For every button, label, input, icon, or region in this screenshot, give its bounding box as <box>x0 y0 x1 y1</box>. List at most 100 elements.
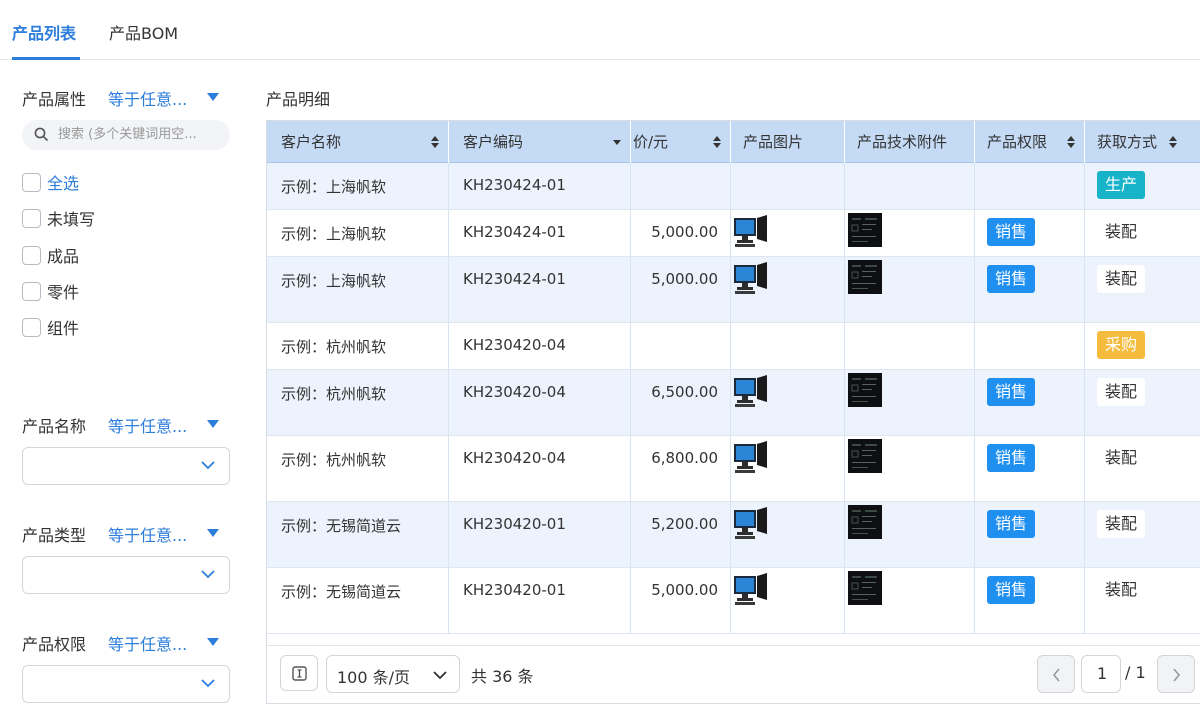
option-select-all[interactable]: 全选 <box>22 171 79 193</box>
computer-icon[interactable] <box>733 261 769 295</box>
customer-name: 示例：杭州帆软 <box>281 451 387 469</box>
filter-type-select[interactable] <box>22 556 230 594</box>
attachment-thumbnail-icon[interactable] <box>848 373 882 407</box>
caret-down-icon[interactable] <box>207 93 219 101</box>
caret-down-icon[interactable] <box>207 420 219 428</box>
caret-down-icon[interactable] <box>207 529 219 537</box>
col-header-image: 产品图片 <box>731 121 845 163</box>
customer-name: 示例：上海帆软 <box>281 225 387 243</box>
cell-price: 5,000.00 <box>631 257 731 322</box>
table-row[interactable]: 示例：杭州帆软 KH230420-04 6,800.00 销售 装配 <box>267 436 1200 502</box>
page-number-input[interactable]: 1 <box>1081 655 1121 693</box>
cell-attachment <box>845 323 975 369</box>
permission-badge: 销售 <box>987 378 1036 406</box>
cell-attachment <box>845 568 975 633</box>
table-row[interactable]: 示例：无锡简道云 KH230420-01 5,200.00 销售 装配 <box>267 502 1200 568</box>
checkbox[interactable] <box>22 281 41 301</box>
attachment-thumbnail-icon[interactable] <box>848 439 882 473</box>
customer-name: 示例：杭州帆软 <box>281 338 387 356</box>
customer-code: KH230420-01 <box>463 515 566 533</box>
checkbox[interactable] <box>22 317 41 337</box>
filter-name-select[interactable] <box>22 447 230 485</box>
customer-code: KH230420-04 <box>463 449 566 467</box>
filter-permission-label: 产品权限 <box>22 635 87 654</box>
filter-type-operator[interactable]: 等于任意... <box>108 522 187 546</box>
option-part[interactable]: 零件 <box>22 280 79 302</box>
sort-icon[interactable] <box>712 135 722 149</box>
filter-type-label: 产品类型 <box>22 526 87 545</box>
cell-acquire: 装配 <box>1085 568 1200 633</box>
col-header-price[interactable]: 价/元 <box>631 121 731 163</box>
table-row[interactable]: 示例：无锡简道云 KH230420-01 5,000.00 销售 装配 <box>267 568 1200 634</box>
tab-product-list[interactable]: 产品列表 <box>12 20 76 44</box>
option-assembly[interactable]: 组件 <box>22 316 79 338</box>
option-unfilled[interactable]: 未填写 <box>22 207 95 229</box>
cell-price: 5,200.00 <box>631 502 731 567</box>
checkbox[interactable] <box>22 208 41 228</box>
price-value: 6,500.00 <box>651 383 718 401</box>
checkbox[interactable] <box>22 172 41 192</box>
pagination-bar: 100 条/页 共 36 条 1 / 1 <box>267 645 1200 703</box>
cell-attachment <box>845 163 975 209</box>
sort-desc-icon[interactable] <box>612 135 622 149</box>
attachment-thumbnail-icon[interactable] <box>848 213 882 247</box>
filter-search-input[interactable]: 搜索 (多个关键词用空... <box>22 120 230 150</box>
cell-code: KH230420-01 <box>449 568 631 633</box>
cell-image <box>731 502 845 567</box>
filter-permission-select[interactable] <box>22 665 230 703</box>
chevron-down-icon <box>201 679 215 688</box>
filter-attribute-operator[interactable]: 等于任意... <box>108 86 187 110</box>
next-page-button[interactable] <box>1157 655 1195 693</box>
cell-permission: 销售 <box>975 257 1085 322</box>
active-tab-indicator <box>12 57 80 60</box>
col-header-acquire[interactable]: 获取方式 <box>1085 121 1200 163</box>
computer-icon[interactable] <box>733 374 769 408</box>
acquire-badge: 生产 <box>1097 171 1146 199</box>
option-label: 零件 <box>47 283 80 302</box>
option-label: 成品 <box>47 247 80 266</box>
cell-acquire: 生产 <box>1085 163 1200 209</box>
attachment-thumbnail-icon[interactable] <box>848 260 882 294</box>
permission-badge: 销售 <box>987 510 1036 538</box>
option-finished[interactable]: 成品 <box>22 244 79 266</box>
price-value: 5,000.00 <box>651 223 718 241</box>
total-pages: / 1 <box>1125 663 1146 682</box>
computer-icon[interactable] <box>733 214 769 248</box>
sort-icon[interactable] <box>430 135 440 149</box>
computer-icon[interactable] <box>733 440 769 474</box>
filter-attribute-label: 产品属性 <box>22 90 87 109</box>
computer-icon[interactable] <box>733 572 769 606</box>
prev-page-button[interactable] <box>1037 655 1075 693</box>
cell-acquire: 装配 <box>1085 370 1200 435</box>
computer-icon[interactable] <box>733 506 769 540</box>
attachment-thumbnail-icon[interactable] <box>848 505 882 539</box>
customer-name: 示例：杭州帆软 <box>281 385 387 403</box>
caret-down-icon[interactable] <box>207 638 219 646</box>
checkbox[interactable] <box>22 245 41 265</box>
column-settings-button[interactable] <box>280 655 318 691</box>
customer-code: KH230424-01 <box>463 270 566 288</box>
filter-permission-operator[interactable]: 等于任意... <box>108 631 187 655</box>
table-row[interactable]: 示例：杭州帆软 KH230420-04 采购 <box>267 323 1200 370</box>
cell-customer: 示例：杭州帆软 <box>267 370 449 435</box>
price-value: 6,800.00 <box>651 449 718 467</box>
table-row[interactable]: 示例：上海帆软 KH230424-01 5,000.00 销售 装配 <box>267 210 1200 257</box>
table-row[interactable]: 示例：上海帆软 KH230424-01 生产 <box>267 163 1200 210</box>
sort-icon[interactable] <box>1066 135 1076 149</box>
col-header-code[interactable]: 客户编码 <box>449 121 631 163</box>
page-size-select[interactable]: 100 条/页 <box>326 655 460 693</box>
cell-permission: 销售 <box>975 502 1085 567</box>
attachment-thumbnail-icon[interactable] <box>848 571 882 605</box>
col-header-customer[interactable]: 客户名称 <box>267 121 449 163</box>
customer-code: KH230420-04 <box>463 336 566 354</box>
tab-product-bom[interactable]: 产品BOM <box>109 20 178 44</box>
filter-name-operator[interactable]: 等于任意... <box>108 413 187 437</box>
table-row[interactable]: 示例：杭州帆软 KH230420-04 6,500.00 销售 装配 <box>267 370 1200 436</box>
customer-name: 示例：无锡简道云 <box>281 517 402 535</box>
cell-image <box>731 257 845 322</box>
permission-badge: 销售 <box>987 265 1036 293</box>
table-row[interactable]: 示例：上海帆软 KH230424-01 5,000.00 销售 装配 <box>267 257 1200 323</box>
col-header-permission[interactable]: 产品权限 <box>975 121 1085 163</box>
header-label: 获取方式 <box>1097 133 1158 151</box>
sort-icon[interactable] <box>1168 135 1178 149</box>
